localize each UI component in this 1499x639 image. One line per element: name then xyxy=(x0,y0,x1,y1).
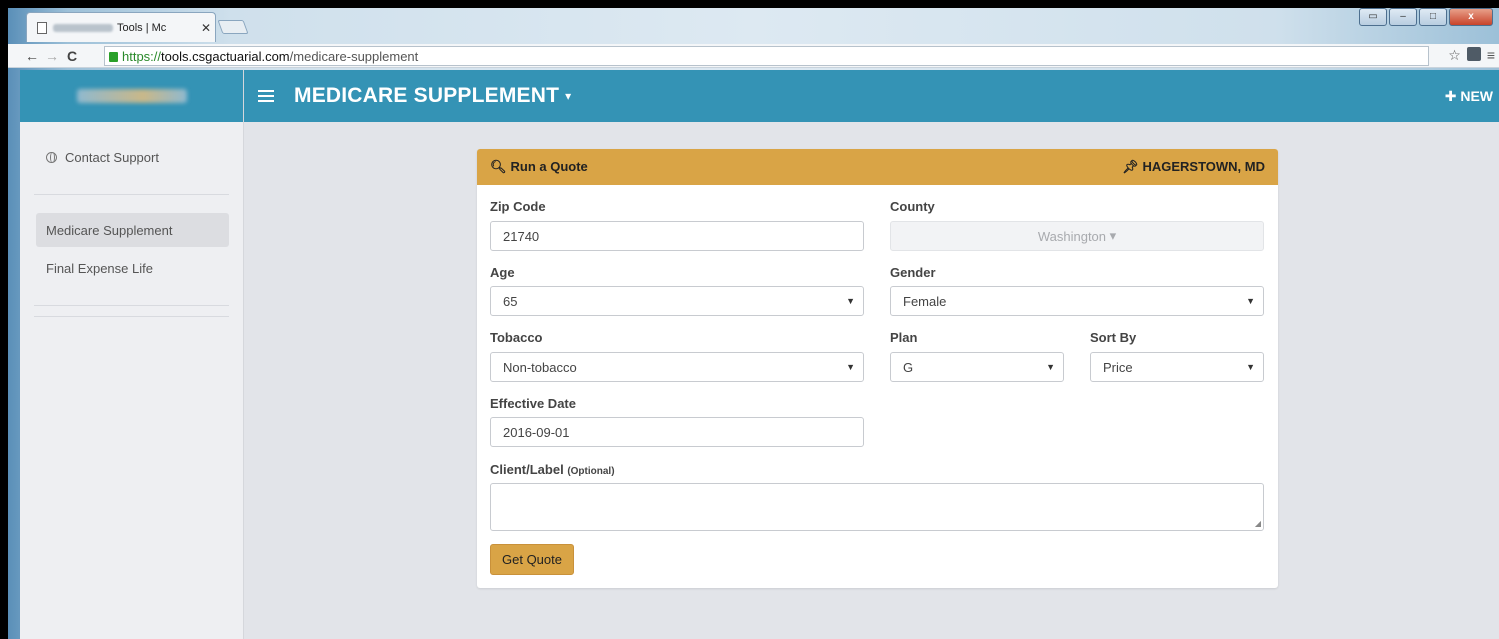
caret-down-icon: ▾ xyxy=(565,89,572,104)
page-icon xyxy=(37,21,47,34)
caret-down-icon: ▼ xyxy=(846,296,855,306)
sidebar-item-label: Medicare Supplement xyxy=(46,222,173,238)
sidebar-item-label: Final Expense Life xyxy=(46,260,153,276)
bookmark-star-icon[interactable]: ☆ xyxy=(1448,47,1461,64)
quote-card: 🔍︎ Run a Quote 📌︎ HAGERSTOWN, MD Zip Code … xyxy=(477,149,1278,588)
resize-handle-icon[interactable]: ◢ xyxy=(1255,519,1261,528)
contact-support-label: Contact Support xyxy=(65,149,159,165)
url-path: /medicare-supplement xyxy=(289,48,419,64)
back-icon[interactable]: ← xyxy=(22,48,42,64)
app: Contact Support Medicare Supplement Fina… xyxy=(20,70,1499,639)
plus-icon: ✚ xyxy=(1444,88,1461,104)
tobacco-label: Tobacco xyxy=(490,330,543,345)
extension-icon[interactable] xyxy=(1466,47,1481,61)
sidebar-item-final-expense-life[interactable]: Final Expense Life xyxy=(36,251,229,285)
tab-title: Tools | Mc xyxy=(117,21,167,34)
location-label: HAGERSTOWN, MD xyxy=(1142,159,1265,174)
browser-tab[interactable]: Tools | Mc ✕ xyxy=(26,12,216,42)
blurred-tab-text xyxy=(53,23,113,32)
caret-down-icon: ▼ xyxy=(1246,362,1255,372)
browser-toolbar: ← → C https:// tools.csgactuarial.com /m… xyxy=(8,44,1499,68)
app-header: MEDICARE SUPPLEMENT ▾ ✚ NEW xyxy=(244,70,1499,122)
new-button[interactable]: ✚ NEW xyxy=(1445,88,1493,105)
brand-logo-area[interactable] xyxy=(20,70,243,122)
search-icon: 🔍︎ xyxy=(490,159,507,174)
get-quote-button[interactable]: Get Quote xyxy=(490,544,574,575)
age-label: Age xyxy=(490,265,515,280)
caret-down-icon: ▾ xyxy=(1106,228,1117,243)
sidebar: Contact Support Medicare Supplement Fina… xyxy=(20,70,244,639)
sort-by-select[interactable]: Price ▼ xyxy=(1090,352,1264,382)
sort-by-value: Price xyxy=(1103,359,1133,375)
reload-icon[interactable]: C xyxy=(62,48,82,64)
plan-value: G xyxy=(903,359,914,375)
zip-label: Zip Code xyxy=(490,199,546,214)
lock-icon xyxy=(109,52,118,62)
brand-logo xyxy=(76,89,187,103)
caret-down-icon: ▼ xyxy=(1046,362,1055,372)
client-label-textarea[interactable]: ◢ xyxy=(490,483,1264,531)
county-select[interactable]: Washington ▾ xyxy=(890,221,1264,251)
url-host: tools.csgactuarial.com xyxy=(161,48,290,64)
card-header: 🔍︎ Run a Quote 📌︎ HAGERSTOWN, MD xyxy=(477,149,1278,185)
hamburger-menu-icon[interactable] xyxy=(258,87,274,105)
age-value: 65 xyxy=(503,293,518,309)
tobacco-select[interactable]: Non-tobacco ▼ xyxy=(490,352,864,382)
window-controls: ▭ – □ x xyxy=(1359,8,1493,26)
gender-select[interactable]: Female ▼ xyxy=(890,286,1264,316)
effective-date-label: Effective Date xyxy=(490,396,576,411)
close-window-icon[interactable]: x xyxy=(1449,8,1493,26)
page-title: MEDICARE SUPPLEMENT xyxy=(294,84,560,107)
contact-support-link[interactable]: Contact Support xyxy=(20,138,243,176)
client-label-text: Client/Label xyxy=(490,462,564,477)
gender-value: Female xyxy=(903,293,947,309)
tobacco-value: Non-tobacco xyxy=(503,359,577,375)
sidebar-divider xyxy=(34,305,229,306)
sidebar-divider xyxy=(34,316,229,317)
get-quote-label: Get Quote xyxy=(502,552,562,567)
new-tab-button[interactable] xyxy=(217,20,249,34)
county-label: County xyxy=(890,199,935,214)
forward-icon[interactable]: → xyxy=(42,48,62,64)
tab-strip: Tools | Mc ✕ ▭ – □ x xyxy=(8,8,1499,44)
effective-date-input[interactable]: 2016-09-01 xyxy=(490,417,864,447)
zip-input[interactable]: 21740 xyxy=(490,221,864,251)
sidebar-divider xyxy=(34,194,229,195)
minimize-icon[interactable]: – xyxy=(1389,8,1417,26)
menu-icon[interactable]: ≡ xyxy=(1487,47,1495,64)
plan-select[interactable]: G ▼ xyxy=(890,352,1064,382)
page-title-dropdown[interactable]: MEDICARE SUPPLEMENT ▾ xyxy=(294,84,571,108)
tab-close-icon[interactable]: ✕ xyxy=(201,21,215,35)
address-bar[interactable]: https:// tools.csgactuarial.com /medicar… xyxy=(104,46,1429,66)
caret-down-icon: ▼ xyxy=(1246,296,1255,306)
plan-label: Plan xyxy=(890,330,918,345)
new-button-label: NEW xyxy=(1460,88,1493,104)
caret-down-icon: ▼ xyxy=(846,362,855,372)
restore-icon[interactable]: ▭ xyxy=(1359,8,1387,26)
county-value: Washington xyxy=(1037,228,1107,244)
client-label: Client/Label (Optional) xyxy=(490,462,615,477)
sidebar-item-medicare-supplement[interactable]: Medicare Supplement xyxy=(36,213,229,247)
sort-by-label: Sort By xyxy=(1090,330,1137,345)
globe-icon xyxy=(46,151,57,163)
card-title: Run a Quote xyxy=(510,159,588,174)
url-scheme: https:// xyxy=(122,48,162,64)
age-select[interactable]: 65 ▼ xyxy=(490,286,864,316)
maximize-icon[interactable]: □ xyxy=(1419,8,1447,26)
toolbar-actions: ☆ ≡ xyxy=(1448,47,1495,64)
pin-icon: 📌︎ xyxy=(1121,159,1139,174)
optional-hint: (Optional) xyxy=(567,466,615,477)
gender-label: Gender xyxy=(890,265,936,280)
